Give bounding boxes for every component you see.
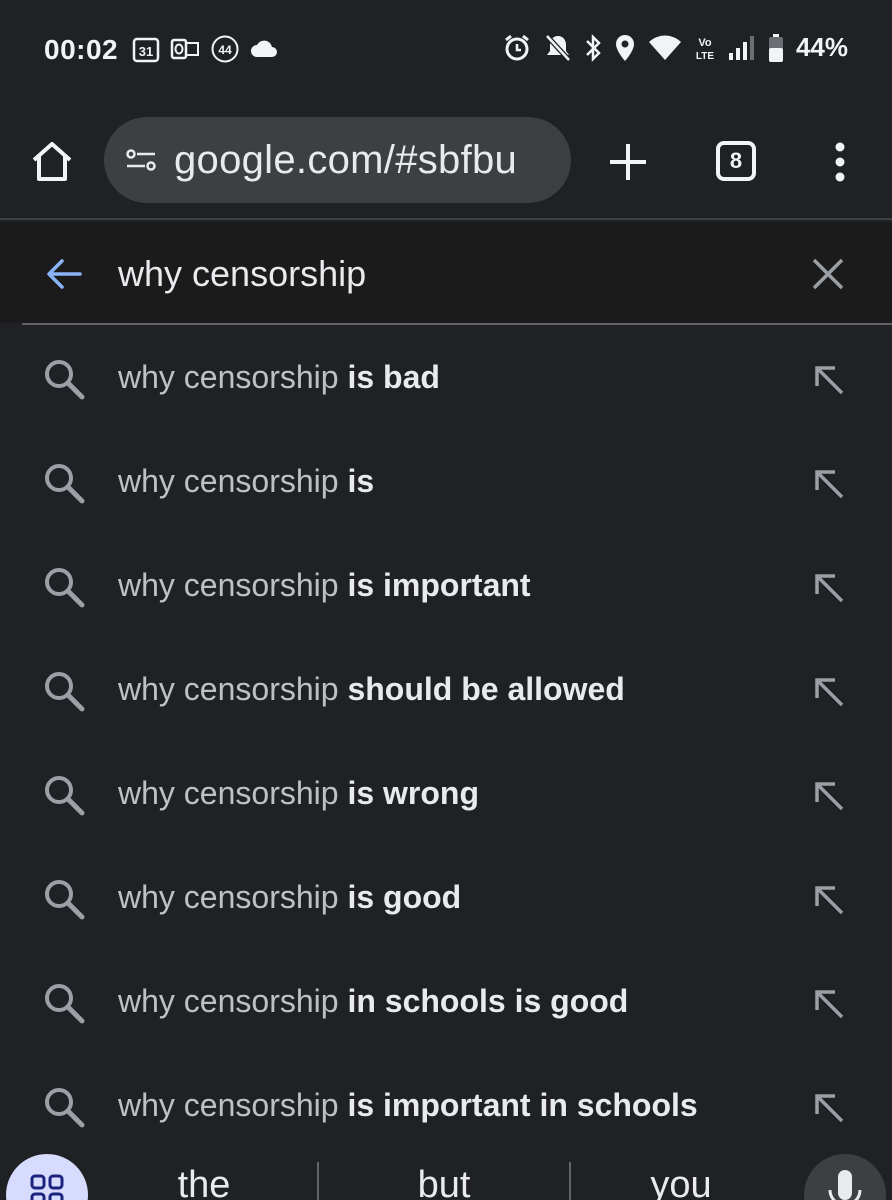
suggestion-suffix: should be allowed <box>338 671 625 707</box>
tab-count: 8 <box>729 148 743 173</box>
alarm-icon <box>502 33 532 63</box>
refine-arrow-icon[interactable] <box>808 671 850 713</box>
tab-switcher-button[interactable]: 8 <box>716 141 756 181</box>
wifi-icon <box>648 34 682 62</box>
notification-count: 44 <box>218 43 232 57</box>
search-icon <box>45 672 85 712</box>
menu-button[interactable] <box>818 138 862 186</box>
suggestion-item[interactable]: why censorship is important in schools <box>0 1055 892 1159</box>
search-icon <box>45 1088 85 1128</box>
search-icon <box>45 464 85 504</box>
suggestion-item[interactable]: why censorship is important <box>0 535 892 639</box>
refine-arrow-icon[interactable] <box>808 983 850 1025</box>
search-icon <box>45 984 85 1024</box>
notification-count-icon: 44 <box>210 34 240 64</box>
suggestion-prefix: why censorship <box>118 359 339 395</box>
refine-arrow-icon[interactable] <box>808 359 850 401</box>
calendar-day: 31 <box>139 44 153 59</box>
search-icon <box>45 360 85 400</box>
keyboard-apps-button[interactable] <box>6 1154 88 1200</box>
suggestion-text: why censorship is important in schools <box>118 1087 698 1124</box>
suggestion-suffix: is good <box>338 879 462 915</box>
suggestion-text: why censorship in schools is good <box>118 983 628 1020</box>
refine-arrow-icon[interactable] <box>808 1087 850 1129</box>
arrow-back-icon <box>47 259 82 289</box>
suggestion-text: why censorship is important <box>118 567 531 604</box>
suggestion-suffix: is <box>338 463 375 499</box>
keyboard-divider <box>317 1162 319 1200</box>
home-icon <box>32 142 72 181</box>
status-time: 00:02 <box>44 34 119 65</box>
microphone-icon <box>828 1170 862 1200</box>
mute-icon <box>544 33 572 63</box>
suggestion-text: why censorship is bad <box>118 359 440 396</box>
suggestion-suffix: is wrong <box>338 775 479 811</box>
status-bar: 00:02 31 44 Vo LTE 44% <box>0 0 892 100</box>
search-input[interactable] <box>118 249 768 299</box>
suggestion-prefix: why censorship <box>118 879 339 915</box>
keyboard-word-suggestion[interactable]: the <box>104 1164 304 1200</box>
suggestion-item[interactable]: why censorship is wrong <box>0 743 892 847</box>
keyboard-mic-button[interactable] <box>804 1154 886 1200</box>
keyboard-suggestion-strip: the but you <box>0 1150 892 1200</box>
suggestion-suffix: is bad <box>338 359 440 395</box>
refine-arrow-icon[interactable] <box>808 567 850 609</box>
keyboard-word-suggestion[interactable]: you <box>581 1164 781 1200</box>
refine-arrow-icon[interactable] <box>808 879 850 921</box>
new-tab-button[interactable] <box>604 138 652 186</box>
volte-top: Vo <box>698 37 712 49</box>
keyboard-divider <box>569 1162 571 1200</box>
refine-arrow-icon[interactable] <box>808 463 850 505</box>
suggestion-item[interactable]: why censorship should be allowed <box>0 639 892 743</box>
url-text: google.com/#sbfbu <box>174 137 518 182</box>
cloud-icon <box>250 38 278 60</box>
search-box <box>0 222 892 325</box>
volte-bottom: LTE <box>696 51 714 62</box>
suggestion-suffix: is important <box>338 567 531 603</box>
suggestion-suffix: is important in schools <box>338 1087 698 1123</box>
search-icon <box>45 568 85 608</box>
suggestion-item[interactable]: why censorship is <box>0 431 892 535</box>
suggestion-item[interactable]: why censorship is good <box>0 847 892 951</box>
suggestion-text: why censorship is <box>118 463 374 500</box>
bluetooth-icon <box>584 33 602 63</box>
back-button[interactable] <box>42 252 86 296</box>
search-icon <box>45 880 85 920</box>
suggestion-prefix: why censorship <box>118 775 339 811</box>
clear-button[interactable] <box>806 252 850 296</box>
grid-icon <box>30 1174 64 1200</box>
suggestion-prefix: why censorship <box>118 1087 339 1123</box>
plus-icon <box>610 144 646 180</box>
suggestion-item[interactable]: why censorship is bad <box>0 327 892 431</box>
calendar-icon: 31 <box>132 35 160 63</box>
suggestion-item[interactable]: why censorship in schools is good <box>0 951 892 1055</box>
suggestion-text: why censorship should be allowed <box>118 671 625 708</box>
suggestion-list: why censorship is bad why censorship is … <box>0 327 892 1159</box>
search-icon <box>45 776 85 816</box>
site-settings-icon[interactable] <box>122 141 160 179</box>
suggestion-text: why censorship is wrong <box>118 775 479 812</box>
browser-toolbar: google.com/#sbfbu 8 <box>0 100 892 220</box>
suggestion-suffix: in schools is good <box>338 983 629 1019</box>
refine-arrow-icon[interactable] <box>808 775 850 817</box>
outlook-icon <box>170 35 200 63</box>
status-left-icons: 31 44 <box>132 34 278 64</box>
more-vert-icon <box>835 142 845 182</box>
suggestion-prefix: why censorship <box>118 983 339 1019</box>
battery-percent: 44% <box>795 32 848 62</box>
suggestion-prefix: why censorship <box>118 567 339 603</box>
status-right-icons: Vo LTE 44% <box>502 32 848 63</box>
location-icon <box>614 33 636 63</box>
battery-icon <box>768 33 784 63</box>
signal-icon <box>728 35 756 61</box>
suggestion-prefix: why censorship <box>118 463 339 499</box>
suggestion-text: why censorship is good <box>118 879 461 916</box>
url-bar[interactable]: google.com/#sbfbu <box>104 117 571 203</box>
home-button[interactable] <box>28 138 76 186</box>
suggestion-prefix: why censorship <box>118 671 339 707</box>
close-icon <box>812 258 844 290</box>
volte-icon: Vo LTE <box>694 33 716 63</box>
keyboard-word-suggestion[interactable]: but <box>344 1164 544 1200</box>
